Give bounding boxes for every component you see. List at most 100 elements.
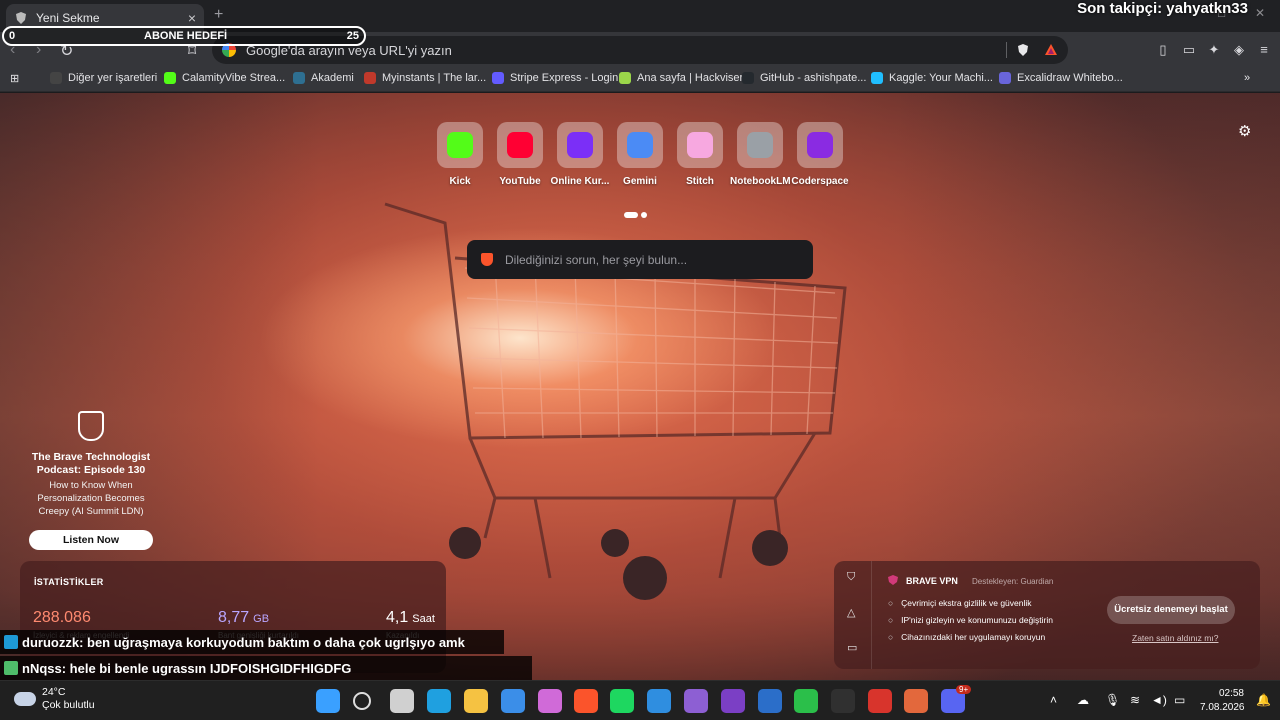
bookmark-favicon-icon xyxy=(364,72,376,84)
file-explorer-icon[interactable] xyxy=(464,689,488,713)
bookmark-label: Excalidraw Whitebo... xyxy=(1017,72,1123,84)
bookmark-favicon-icon xyxy=(164,72,176,84)
visual-studio-icon[interactable] xyxy=(684,689,708,713)
store-icon[interactable] xyxy=(501,689,525,713)
bookmark-item[interactable]: CalamityVibe Strea... xyxy=(164,72,285,84)
task-view-icon[interactable] xyxy=(390,689,414,713)
brave-icon[interactable] xyxy=(574,689,598,713)
rewards-triangle-icon[interactable]: △ xyxy=(847,606,855,619)
new-tab-button[interactable]: + xyxy=(214,6,223,24)
apps-grid-icon[interactable]: ⊞ xyxy=(10,72,19,85)
shield-icon[interactable]: ⛉ xyxy=(847,571,855,584)
vscode-icon[interactable] xyxy=(647,689,671,713)
top-site-label: Online Kur... xyxy=(550,176,610,187)
weather-widget[interactable]: 24°C Çok bulutlu xyxy=(14,686,95,712)
start-trial-button[interactable]: Ücretsiz denemeyi başlat xyxy=(1107,596,1235,624)
sidebar-icon[interactable]: ▯ xyxy=(1155,42,1171,58)
chat-platform-icon xyxy=(4,635,18,649)
listen-now-button[interactable]: Listen Now xyxy=(29,530,153,550)
search-placeholder: Dilediğinizi sorun, her şeyi bulun... xyxy=(505,252,688,267)
wallet-icon[interactable]: ▭ xyxy=(1181,42,1197,58)
site-logo-icon xyxy=(507,132,533,158)
bookmark-item[interactable]: Stripe Express - Login xyxy=(492,72,618,84)
top-site-icon xyxy=(437,122,483,168)
top-site-icon xyxy=(677,122,723,168)
bookmark-favicon-icon xyxy=(492,72,504,84)
notification-bell-icon[interactable]: 🔔 xyxy=(1256,693,1271,707)
cloudy-weather-icon xyxy=(14,692,36,706)
onedrive-icon[interactable]: ☁ xyxy=(1077,693,1089,707)
bookmark-item[interactable]: Ana sayfa | Hackviser xyxy=(619,72,743,84)
search-box[interactable]: Dilediğinizi sorun, her şeyi bulun... xyxy=(467,240,813,279)
bookmark-label: Akademi xyxy=(311,72,354,84)
top-site-tile[interactable]: Gemini xyxy=(610,122,670,187)
chat-message: nNqss : hele bi benle ugrassın IJDFOISHG… xyxy=(0,656,532,680)
goal-label: ABONE HEDEFİ xyxy=(144,30,228,42)
bookmark-favicon-icon xyxy=(619,72,631,84)
promo-subtitle: How to Know When Personalization Becomes… xyxy=(37,480,145,517)
site-logo-icon xyxy=(447,132,473,158)
spotify-icon[interactable] xyxy=(610,689,634,713)
top-site-tile[interactable]: Kick xyxy=(430,122,490,187)
bookmark-favicon-icon xyxy=(999,72,1011,84)
stat-unit: Saat xyxy=(412,613,435,625)
search-icon[interactable] xyxy=(353,692,371,710)
top-sites-pagination[interactable] xyxy=(624,205,650,223)
windows-start-icon[interactable] xyxy=(316,689,340,713)
top-site-tile[interactable]: Online Kur... xyxy=(550,122,610,187)
more-bookmarks-icon[interactable]: » xyxy=(1244,72,1250,84)
stat-value: 288.086 xyxy=(33,609,95,627)
arc-a-icon[interactable] xyxy=(758,689,782,713)
chat-user: duruozzk xyxy=(22,634,80,650)
stat-number: 4,1 xyxy=(386,609,409,626)
chat-text: : hele bi benle ugrassın IJDFOISHGIDFHIG… xyxy=(61,660,352,676)
bookmark-item[interactable]: Excalidraw Whitebo... xyxy=(999,72,1123,84)
settings-gear-icon[interactable]: ⚙ xyxy=(1238,122,1251,140)
close-window-button[interactable]: ✕ xyxy=(1255,6,1265,20)
bookmark-folder-other[interactable]: Diğer yer işaretleri xyxy=(50,72,157,84)
wifi-icon[interactable]: ≋ xyxy=(1130,693,1140,707)
brave-shields-icon[interactable] xyxy=(1016,43,1030,57)
top-site-icon xyxy=(497,122,543,168)
bookmark-item[interactable]: GitHub - ashishpate... xyxy=(742,72,866,84)
red-app-icon[interactable] xyxy=(868,689,892,713)
top-site-tile[interactable]: Coderspace xyxy=(790,122,850,187)
brave-rewards-icon[interactable] xyxy=(1044,43,1058,57)
tab-close-icon[interactable]: × xyxy=(188,10,196,26)
subscriber-goal-bar: 0 ABONE HEDEFİ 25 xyxy=(2,26,366,46)
bookmark-item[interactable]: Kaggle: Your Machi... xyxy=(871,72,993,84)
volume-icon[interactable]: ◄) xyxy=(1151,693,1167,707)
last-follower-overlay: Son takipçi: yahyatkn33 xyxy=(1077,0,1248,17)
sparkle-app-icon[interactable] xyxy=(904,689,928,713)
menu-icon[interactable]: ≡ xyxy=(1256,42,1272,58)
bookmark-item[interactable]: Akademi xyxy=(293,72,354,84)
bookmark-favicon-icon xyxy=(742,72,754,84)
microphone-icon[interactable]: 🎙 xyxy=(1105,693,1120,707)
stat-number: 288.086 xyxy=(33,609,91,626)
battery-icon[interactable]: ▭ xyxy=(1174,693,1185,707)
obs-icon[interactable] xyxy=(831,689,855,713)
bookmark-item[interactable]: Myinstants | The lar... xyxy=(364,72,486,84)
onenote-n-icon[interactable] xyxy=(721,689,745,713)
widget-switcher: ⛉ △ ▭ xyxy=(834,561,872,669)
system-clock[interactable]: 02:58 7.08.2026 xyxy=(1200,687,1245,715)
top-site-tile[interactable]: Stitch xyxy=(670,122,730,187)
top-site-tile[interactable]: NotebookLM xyxy=(730,122,791,187)
vpn-provider: Destekleyen: Guardian xyxy=(972,577,1054,586)
leo-ai-icon[interactable]: ✦ xyxy=(1206,42,1222,58)
top-site-label: YouTube xyxy=(499,176,541,187)
show-hidden-icons[interactable]: ˄ xyxy=(1050,693,1057,707)
top-site-tile[interactable]: YouTube xyxy=(490,122,550,187)
vpn-title: BRAVE VPN xyxy=(906,576,958,586)
already-purchased-link[interactable]: Zaten satın aldınız mı? xyxy=(1132,633,1218,643)
news-icon[interactable]: ▭ xyxy=(847,641,857,654)
copilot-365-icon[interactable] xyxy=(538,689,562,713)
edge-icon[interactable] xyxy=(427,689,451,713)
top-site-label: Coderspace xyxy=(791,176,849,187)
vpn-icon[interactable]: ◈ xyxy=(1231,42,1247,58)
loader-green-icon[interactable] xyxy=(794,689,818,713)
brave-logo-icon xyxy=(78,411,104,441)
top-site-label: Kick xyxy=(449,176,471,187)
weather-desc: Çok bulutlu xyxy=(42,699,95,711)
bookmark-favicon-icon xyxy=(293,72,305,84)
